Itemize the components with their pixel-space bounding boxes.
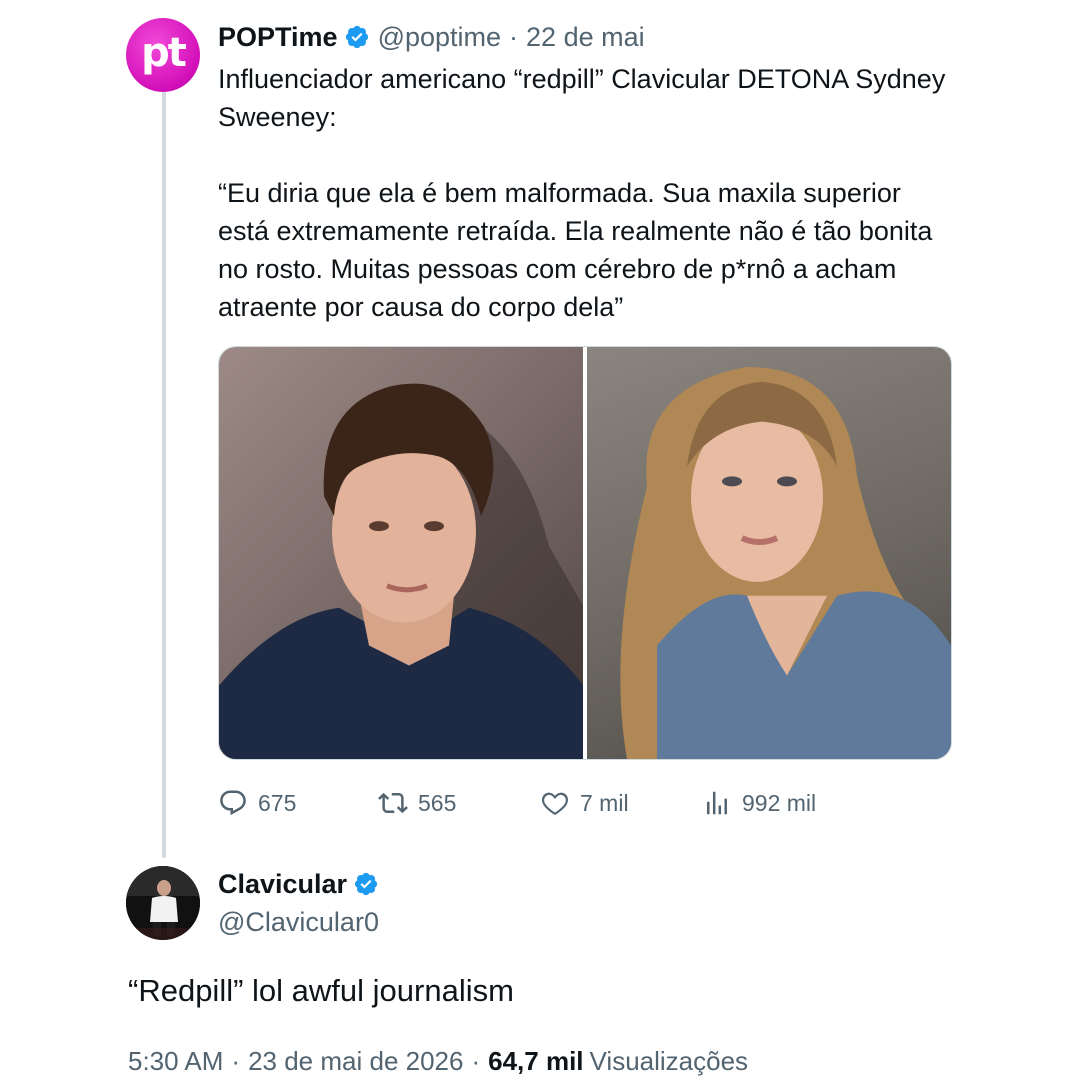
tweet-actions-bar: 675 565 7 mil 992 mil	[218, 786, 958, 820]
reply-body: “Redpill” lol awful journalism	[128, 973, 514, 1008]
tweet-header: POPTime @poptime · 22 de mai	[218, 20, 645, 54]
meta-separator: ·	[231, 1045, 241, 1076]
reply-button[interactable]: 675	[218, 786, 296, 820]
meta-separator: ·	[471, 1045, 481, 1076]
poptime-avatar-logo: pt	[141, 30, 187, 76]
retweet-button[interactable]: 565	[378, 786, 456, 820]
reply-views-count: 64,7 mil	[488, 1045, 584, 1076]
tweet-author-handle[interactable]: @poptime	[378, 22, 501, 53]
tweet-author-name[interactable]: POPTime	[218, 22, 338, 53]
reply-date[interactable]: 23 de mai de 2026	[248, 1046, 463, 1077]
like-button[interactable]: 7 mil	[540, 786, 629, 820]
reply-author-name[interactable]: Clavicular	[218, 869, 347, 900]
header-separator: ·	[509, 21, 519, 52]
tweet-media[interactable]	[218, 346, 952, 760]
tweet-text-paragraph: Influenciador americano “redpill” Clavic…	[218, 64, 946, 132]
reply-metadata: 5:30 AM · 23 de mai de 2026 · 64,7 mil V…	[128, 1043, 748, 1079]
views-count: 992 mil	[742, 789, 817, 816]
reply-views-label: Visualizações	[589, 1045, 749, 1076]
photo-woman[interactable]	[587, 347, 951, 759]
retweet-count: 565	[418, 789, 457, 816]
reply-author-handle[interactable]: @Clavicular0	[218, 904, 379, 940]
woman-portrait-illustration	[620, 366, 951, 759]
tweet-date[interactable]: 22 de mai	[526, 22, 645, 53]
reply-time[interactable]: 5:30 AM	[128, 1046, 223, 1077]
tweet-body: Influenciador americano “redpill” Clavic…	[218, 60, 958, 326]
views-button[interactable]: 992 mil	[702, 786, 816, 820]
verified-badge-icon	[354, 872, 378, 896]
man-portrait-illustration	[219, 383, 583, 759]
poptime-avatar[interactable]: pt	[126, 18, 200, 92]
tweet-text-quote: “Eu diria que ela é bem malformada. Sua …	[218, 178, 933, 322]
clavicular-avatar[interactable]	[126, 866, 200, 940]
reply-header: Clavicular	[218, 866, 387, 902]
photo-young-man[interactable]	[219, 347, 583, 759]
thread-connector-line	[162, 92, 166, 858]
retweet-icon	[378, 792, 408, 814]
like-icon	[542, 792, 568, 815]
reply-icon	[220, 790, 246, 816]
verified-badge-icon	[345, 25, 368, 49]
reply-count: 675	[258, 789, 297, 816]
like-count: 7 mil	[580, 789, 629, 816]
views-icon	[707, 791, 727, 815]
clavicular-avatar-photo	[126, 866, 200, 940]
